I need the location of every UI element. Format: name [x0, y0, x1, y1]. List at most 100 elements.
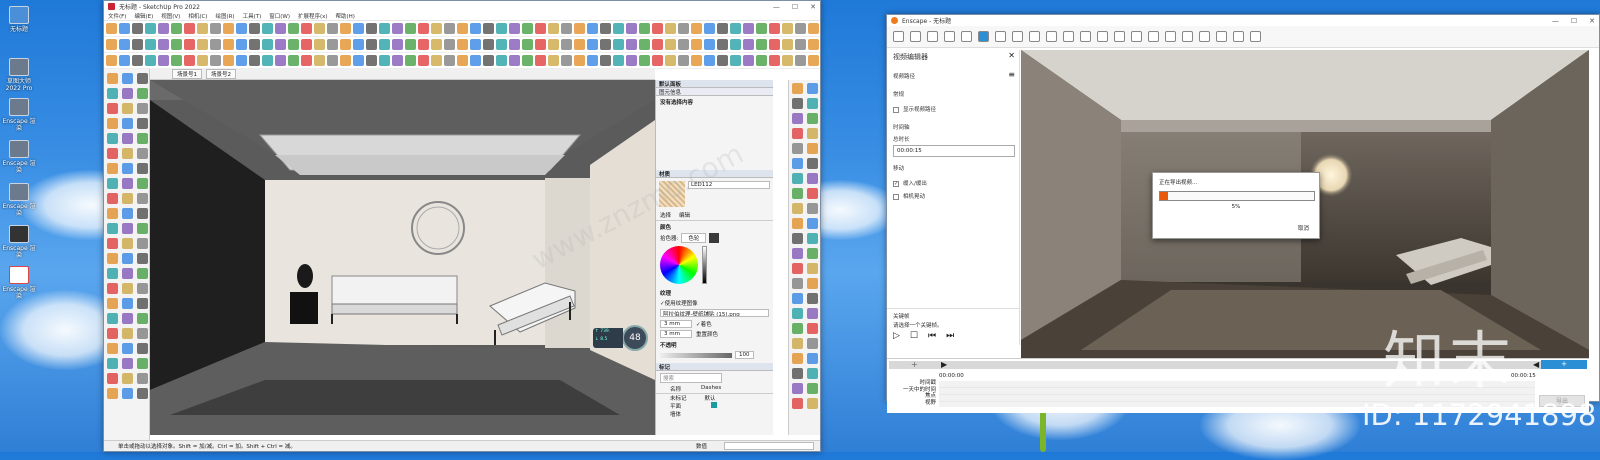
toolbar-tool-icon[interactable] [171, 55, 182, 66]
tool-icon[interactable] [792, 203, 803, 214]
tool-icon[interactable] [107, 253, 118, 264]
tool-icon[interactable] [792, 353, 803, 364]
toolbar-tool-icon[interactable] [457, 39, 468, 50]
toolbar-tool-icon[interactable] [652, 55, 663, 66]
toolbar-tool-icon[interactable] [652, 39, 663, 50]
toolbar-tool-icon[interactable] [457, 23, 468, 34]
show-path-row[interactable]: 显示视频路径 [893, 105, 936, 113]
toolbar-tool-icon[interactable] [587, 23, 598, 34]
toolbar-tool-icon[interactable] [483, 23, 494, 34]
toolbar-tool-icon[interactable] [132, 39, 143, 50]
toolbar-tool-icon[interactable] [236, 39, 247, 50]
toolbar-tool-icon[interactable] [249, 55, 260, 66]
tool-icon[interactable] [122, 163, 133, 174]
texture-height-field[interactable]: 3 mm [660, 330, 692, 338]
tool-icon[interactable] [792, 143, 803, 154]
toolbar-tool-icon[interactable] [392, 23, 403, 34]
tab-scene-2[interactable]: 场景号2 [206, 69, 236, 79]
tool-icon[interactable] [107, 343, 118, 354]
toolbar-tool-icon[interactable] [119, 23, 130, 34]
desktop-icon[interactable]: Enscape 渲染 [2, 140, 36, 174]
enscape-tool-icon[interactable] [961, 31, 972, 42]
tool-icon[interactable] [792, 338, 803, 349]
tool-icon[interactable] [122, 388, 133, 399]
toolbar-tool-icon[interactable] [795, 55, 806, 66]
enscape-tool-icon[interactable] [910, 31, 921, 42]
menu-icon[interactable]: ≡ [1008, 70, 1015, 79]
toolbar-tool-icon[interactable] [132, 23, 143, 34]
toolbar-tool-icon[interactable] [314, 39, 325, 50]
tool-icon[interactable] [807, 128, 818, 139]
tool-icon[interactable] [122, 148, 133, 159]
toolbar-tool-icon[interactable] [210, 55, 221, 66]
toolbar-tool-icon[interactable] [366, 39, 377, 50]
toolbar-tool-icon[interactable] [457, 55, 468, 66]
toolbar-tool-icon[interactable] [535, 39, 546, 50]
toolbar-tool-icon[interactable] [509, 23, 520, 34]
tool-icon[interactable] [807, 173, 818, 184]
desktop-icon[interactable]: Enscape 渲染 [2, 266, 36, 300]
tool-icon[interactable] [107, 73, 118, 84]
toolbar-tool-icon[interactable] [223, 55, 234, 66]
enscape-tool-icon[interactable] [1046, 31, 1057, 42]
toolbar-tool-icon[interactable] [106, 23, 117, 34]
tool-icon[interactable] [122, 253, 133, 264]
toolbar-tool-icon[interactable] [600, 55, 611, 66]
entity-info-header[interactable]: 图元信息 [656, 88, 773, 96]
tool-icon[interactable] [107, 103, 118, 114]
toolbar-tool-icon[interactable] [327, 55, 338, 66]
toolbar-tool-icon[interactable] [639, 55, 650, 66]
color-wheel[interactable] [660, 246, 698, 284]
toolbar-tool-icon[interactable] [444, 23, 455, 34]
tool-icon[interactable] [792, 323, 803, 334]
tool-icon[interactable] [792, 293, 803, 304]
toolbar-tool-icon[interactable] [444, 55, 455, 66]
toolbar-tool-icon[interactable] [275, 55, 286, 66]
tool-icon[interactable] [137, 208, 148, 219]
enscape-tool-icon[interactable] [1114, 31, 1125, 42]
show-path-checkbox[interactable] [893, 106, 899, 113]
menu-edit[interactable]: 编辑(E) [134, 12, 153, 20]
toolbar-tool-icon[interactable] [210, 39, 221, 50]
toolbar-tool-icon[interactable] [743, 55, 754, 66]
tool-icon[interactable] [107, 193, 118, 204]
tool-icon[interactable] [807, 83, 818, 94]
toolbar-tool-icon[interactable] [353, 39, 364, 50]
brightness-slider[interactable] [702, 246, 707, 284]
toolbar-tool-icon[interactable] [470, 55, 481, 66]
tool-icon[interactable] [792, 113, 803, 124]
toolbar-tool-icon[interactable] [548, 23, 559, 34]
tool-icon[interactable] [122, 238, 133, 249]
table-row[interactable]: 平面 [656, 402, 773, 410]
tool-icon[interactable] [122, 343, 133, 354]
texture-width-field[interactable]: 3 mm [660, 320, 692, 328]
ease-checkbox[interactable]: ✓ [893, 180, 899, 187]
toolbar-tool-icon[interactable] [561, 55, 572, 66]
enscape-tool-icon[interactable] [1080, 31, 1091, 42]
tool-icon[interactable] [137, 133, 148, 144]
menu-window[interactable]: 窗口(W) [269, 12, 290, 20]
toolbar-tool-icon[interactable] [626, 23, 637, 34]
tool-icon[interactable] [122, 328, 133, 339]
toolbar-tool-icon[interactable] [769, 39, 780, 50]
tab-scene-1[interactable]: 场景号1 [172, 69, 202, 79]
toolbar-tool-icon[interactable] [431, 23, 442, 34]
toolbar-tool-icon[interactable] [145, 39, 156, 50]
tool-icon[interactable] [807, 263, 818, 274]
toolbar-tool-icon[interactable] [574, 23, 585, 34]
tool-icon[interactable] [792, 383, 803, 394]
toolbar-tool-icon[interactable] [808, 23, 819, 34]
toolbar-tool-icon[interactable] [392, 55, 403, 66]
toolbar-tool-icon[interactable] [717, 23, 728, 34]
desktop-icon[interactable]: Enscape 渲染 [2, 225, 36, 259]
tool-icon[interactable] [122, 313, 133, 324]
toolbar-tool-icon[interactable] [327, 39, 338, 50]
menu-extensions[interactable]: 扩展程序(x) [298, 12, 328, 20]
toolbar-tool-icon[interactable] [314, 55, 325, 66]
model-viewport[interactable]: 48 ↑ 739. ↓ 8.5 [150, 80, 655, 435]
toolbar-tool-icon[interactable] [717, 55, 728, 66]
tool-icon[interactable] [137, 283, 148, 294]
toolbar-tool-icon[interactable] [184, 39, 195, 50]
toolbar-tool-icon[interactable] [171, 39, 182, 50]
toolbar-tool-icon[interactable] [158, 55, 169, 66]
